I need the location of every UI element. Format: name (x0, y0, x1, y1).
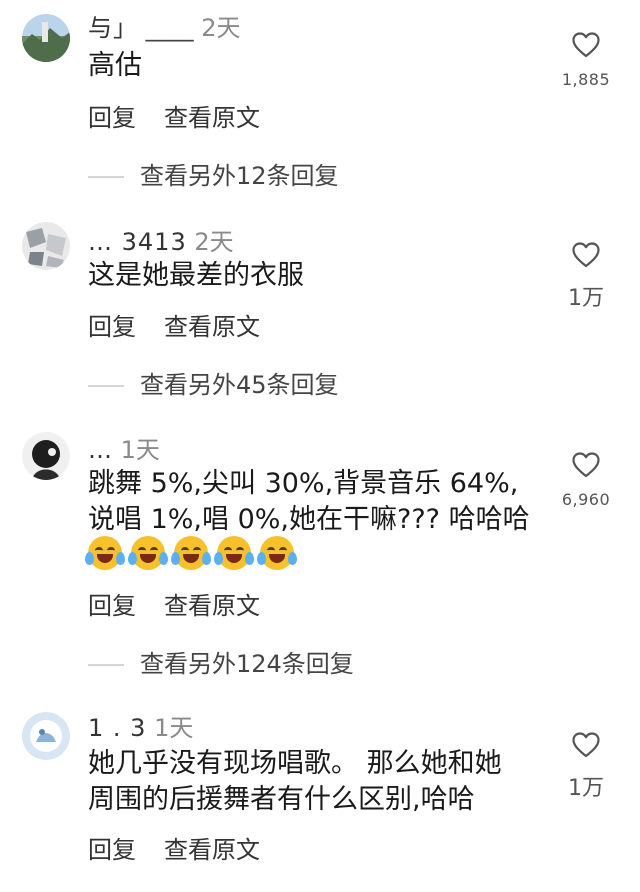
reply-button[interactable]: 回复 (88, 836, 136, 864)
divider (88, 176, 124, 178)
comment-actions: 回复 查看原文 (88, 98, 260, 133)
avatar[interactable] (22, 712, 70, 760)
like-control[interactable]: 1,885 (546, 32, 626, 89)
view-original-button[interactable]: 查看原文 (164, 104, 260, 132)
comment-time: 1天 (120, 436, 160, 464)
joy-tears-emoji-icon (128, 536, 169, 570)
view-more-replies-label: 查看另外124条回复 (140, 650, 354, 678)
username-redaction: ____ (145, 14, 194, 42)
comment-actions: 回复 查看原文 (88, 586, 260, 621)
avatar[interactable] (22, 222, 70, 270)
reply-button[interactable]: 回复 (88, 592, 136, 620)
view-more-replies[interactable]: 查看另外45条回复 (88, 365, 339, 400)
username[interactable]: … (88, 436, 113, 464)
view-more-replies[interactable]: 查看另外124条回复 (88, 644, 354, 679)
comment-meta: … 1天 (88, 430, 160, 465)
reply-button[interactable]: 回复 (88, 104, 136, 132)
comment-text: 跳舞 5%,尖叫 30%,背景音乐 64%, 说唱 1%,唱 0%,她在干嘛??… (88, 468, 530, 535)
joy-tears-emoji-icon (257, 536, 298, 570)
heart-outline-icon[interactable] (572, 242, 600, 268)
like-control[interactable]: 6,960 (546, 452, 626, 509)
divider (88, 664, 124, 666)
comment-actions: 回复 查看原文 (88, 830, 260, 865)
joy-tears-emoji-icon (171, 536, 212, 570)
view-original-button[interactable]: 查看原文 (164, 592, 260, 620)
like-count: 1,885 (561, 70, 611, 89)
like-count: 1万 (568, 286, 604, 311)
comment-meta: … 3413 2天 (88, 222, 234, 257)
divider (88, 385, 124, 387)
comment-text: 高估 (88, 50, 142, 81)
emoji-row (85, 536, 298, 574)
avatar[interactable] (22, 14, 70, 62)
comment-time: 2天 (201, 14, 241, 42)
like-count: 6,960 (561, 490, 611, 509)
comment-text: 这是她最差的衣服 (88, 260, 304, 291)
comment-meta: 与」 ____ 2天 (88, 8, 241, 43)
view-original-button[interactable]: 查看原文 (164, 313, 260, 341)
comment-time: 1天 (154, 714, 194, 742)
view-more-replies-label: 查看另外12条回复 (140, 162, 339, 190)
username[interactable]: 与」 (88, 14, 138, 42)
joy-tears-emoji-icon (214, 536, 255, 570)
heart-outline-icon[interactable] (572, 452, 600, 478)
view-more-replies[interactable]: 查看另外12条回复 (88, 156, 339, 191)
view-more-replies-label: 查看另外45条回复 (140, 371, 339, 399)
avatar[interactable] (22, 432, 70, 480)
comment-meta: 1 . 3 1天 (88, 708, 193, 743)
like-count: 1万 (568, 776, 604, 801)
comment-text: 她几乎没有现场唱歌。 那么她和她 周围的后援舞者有什么区别,哈哈 (88, 748, 502, 815)
heart-outline-icon[interactable] (572, 732, 600, 758)
like-control[interactable]: 1万 (546, 732, 626, 802)
heart-outline-icon[interactable] (572, 32, 600, 58)
reply-button[interactable]: 回复 (88, 313, 136, 341)
view-original-button[interactable]: 查看原文 (164, 836, 260, 864)
username[interactable]: 1 . 3 (88, 714, 146, 742)
joy-tears-emoji-icon (85, 536, 125, 570)
comment-actions: 回复 查看原文 (88, 307, 260, 342)
username[interactable]: … 3413 (88, 228, 187, 256)
like-control[interactable]: 1万 (546, 242, 626, 312)
comment-time: 2天 (194, 228, 234, 256)
